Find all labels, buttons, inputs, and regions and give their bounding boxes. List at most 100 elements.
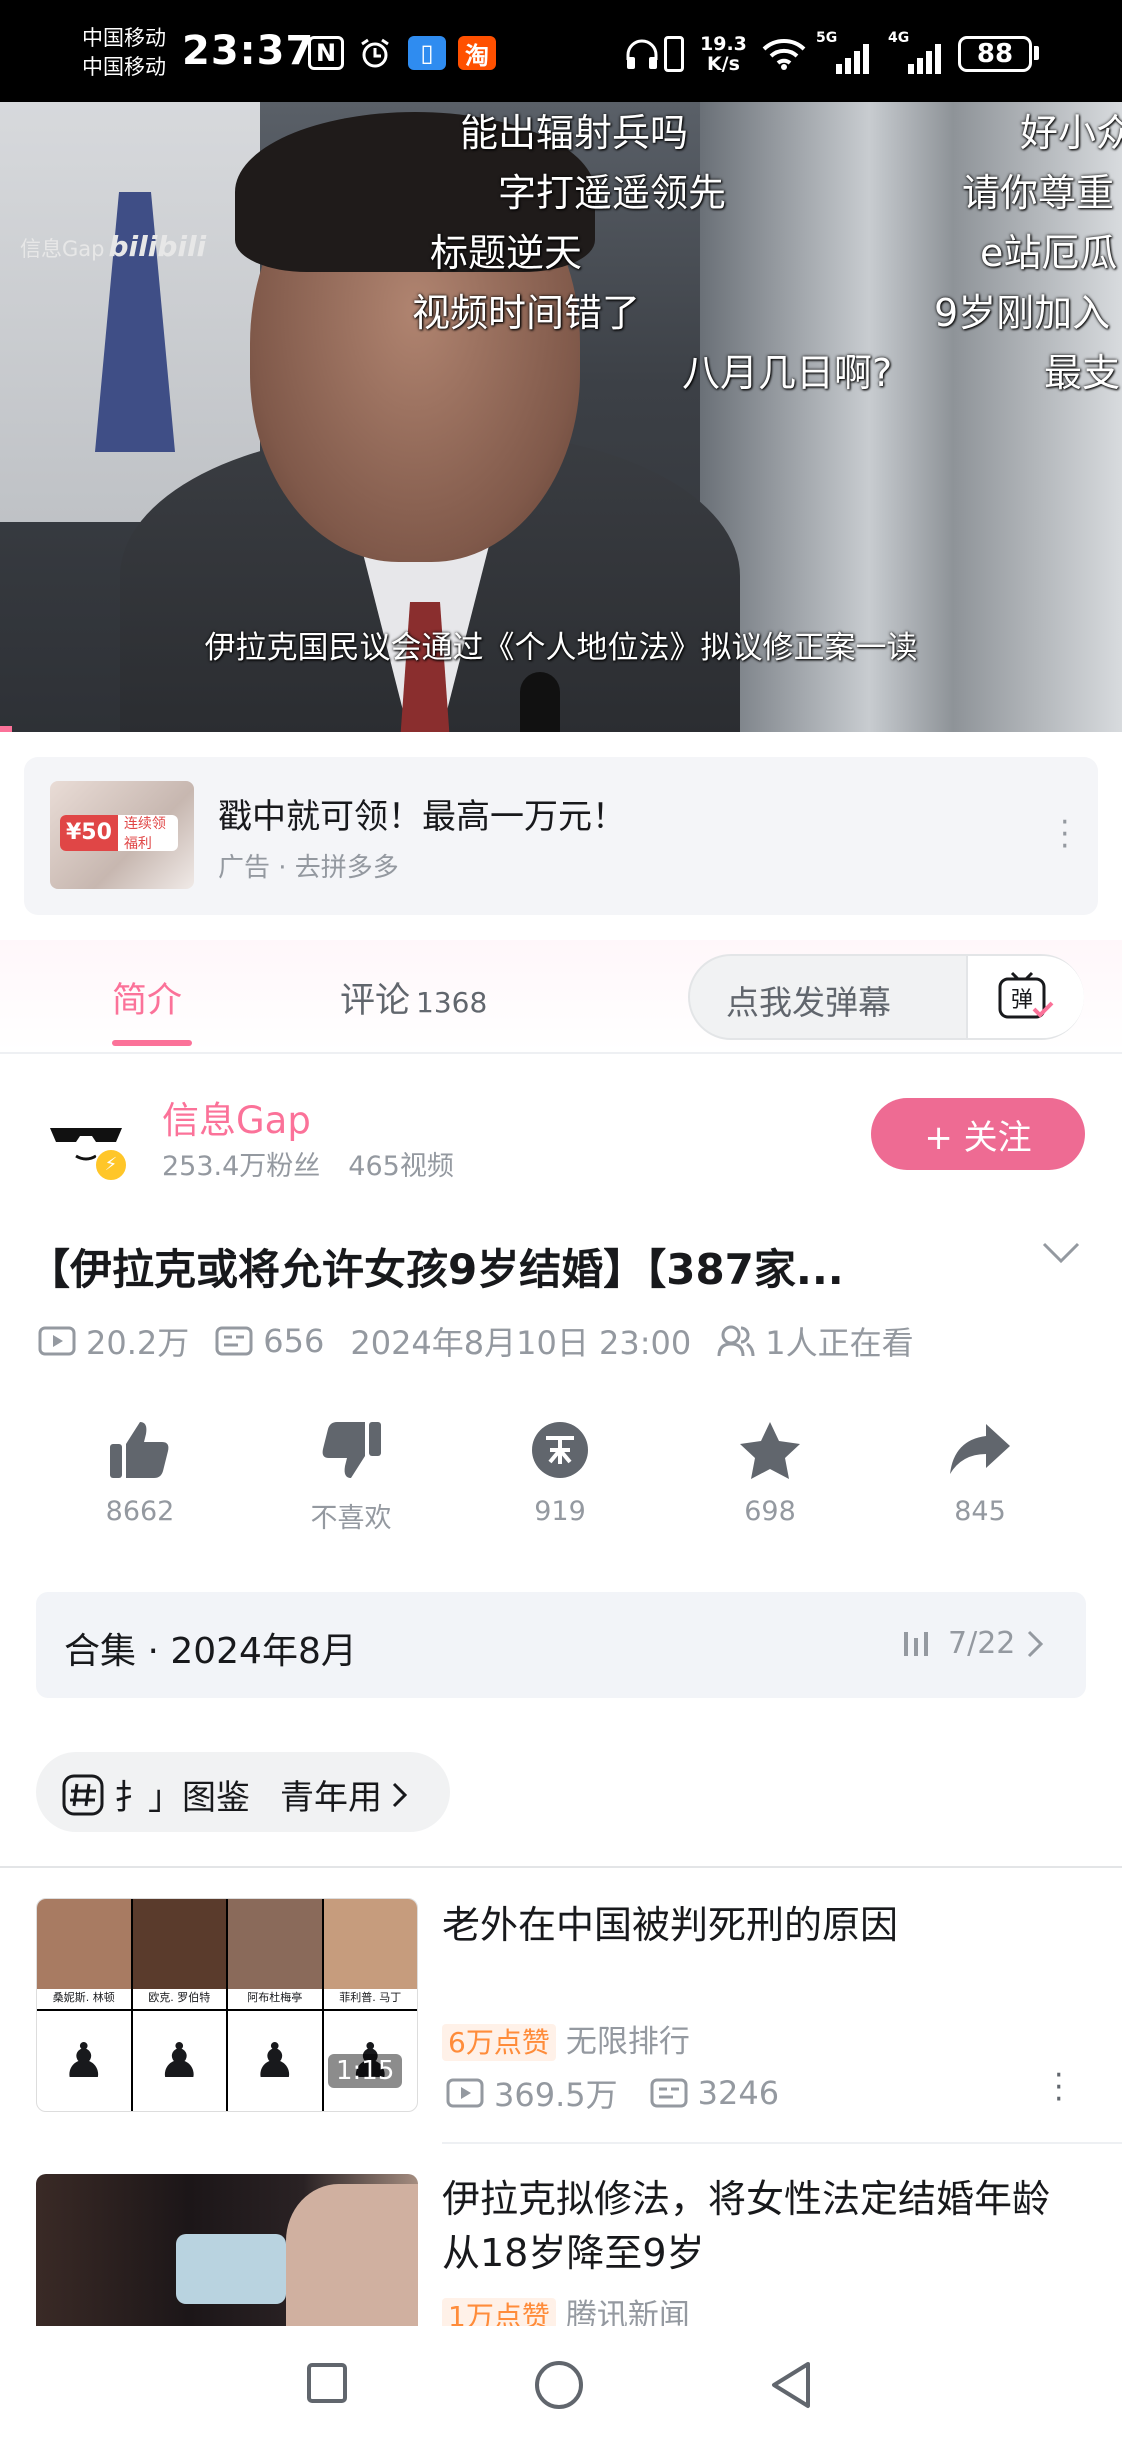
- more-options-icon[interactable]: · · ·: [1054, 2061, 1064, 2115]
- danmaku-comment: 最支: [1044, 351, 1121, 395]
- video-title[interactable]: 【伊拉克或将允许女孩9岁结婚】【387家...: [28, 1236, 844, 1297]
- comments-count: 1368: [416, 986, 488, 1019]
- coin-button[interactable]: 919: [490, 1420, 630, 1527]
- playlist-icon: [904, 1631, 928, 1656]
- danmaku-count-icon: [215, 1326, 253, 1356]
- chevron-right-icon: [392, 1782, 408, 1807]
- play-count-icon: [38, 1326, 76, 1356]
- recommendation-title[interactable]: 伊拉克拟修法，将女性法定结婚年龄从18岁降至9岁: [442, 2172, 1082, 2280]
- topic-tag[interactable]: 扌」图鉴 青年用: [36, 1752, 450, 1832]
- signal-4g-icon: [892, 44, 942, 78]
- dislike-button[interactable]: 不喜欢: [281, 1420, 421, 1535]
- danmaku-count-icon: [650, 2078, 688, 2108]
- likes-badge: 6万点赞: [442, 2024, 556, 2061]
- content-tabs: 简介 评论 1368 点我发弹幕 弹: [0, 940, 1122, 1054]
- danmaku-comment: 9岁刚加入: [934, 291, 1111, 335]
- view-count: 20.2万: [86, 1324, 190, 1362]
- recommendation-stats: 369.5万 3246: [446, 2070, 811, 2116]
- collection-progress: 7/22: [902, 1626, 1047, 1661]
- tab-comments[interactable]: 评论 1368: [340, 972, 487, 1023]
- chevron-down-icon[interactable]: [1040, 1240, 1082, 1270]
- status-bar: 中国移动 中国移动 23:37 N ▯ 淘 19.3 K/s 5G 4G 88: [0, 0, 1122, 102]
- danmaku-comment: 能出辐射兵吗: [460, 111, 689, 155]
- carrier-label: 中国移动 中国移动: [82, 26, 166, 79]
- more-options-icon[interactable]: · · ·: [1060, 808, 1070, 862]
- tab-intro[interactable]: 简介: [112, 972, 182, 1023]
- danmaku-input[interactable]: 点我发弹幕 弹: [688, 954, 1084, 1040]
- ad-subtitle: 广告 · 去拼多多: [218, 853, 399, 883]
- thumbnail-caption: 桑妮斯. 林顿: [37, 1989, 133, 2009]
- share-button[interactable]: 845: [910, 1420, 1050, 1527]
- danmaku-comment: 视频时间错了: [412, 291, 641, 335]
- recent-apps-button[interactable]: [306, 2362, 348, 2408]
- recommendation-title[interactable]: 老外在中国被判死刑的原因: [442, 1898, 1082, 1952]
- uploader-stats: 253.4万粉丝 465视频: [162, 1151, 454, 1182]
- danmaku-toggle-icon: 弹: [998, 971, 1054, 1019]
- collection-title: 合集 · 2024年8月: [64, 1631, 357, 1672]
- list-separator: [442, 2142, 1122, 2144]
- like-button[interactable]: 8662: [70, 1420, 210, 1527]
- video-watermark: 信息Gap bilibili: [20, 230, 207, 263]
- triangle-back-icon: [772, 2362, 810, 2408]
- publish-date: 2024年8月10日 23:00: [350, 1324, 692, 1362]
- play-count-icon: [446, 2078, 484, 2108]
- circle-icon: [535, 2361, 583, 2409]
- follow-button[interactable]: + 关注: [871, 1098, 1085, 1170]
- system-navigation-bar: [0, 2326, 1122, 2442]
- back-button[interactable]: [768, 2360, 814, 2414]
- section-divider: [0, 1866, 1122, 1868]
- danmaku-comment: 好小众: [1020, 111, 1122, 155]
- star-icon: [740, 1422, 800, 1479]
- thumbnail-caption: 欧克. 罗伯特: [133, 1989, 228, 2009]
- video-subtitle: 伊拉克国民议会通过《个人地位法》拟议修正案一读: [204, 630, 918, 666]
- headphones-icon: [624, 38, 660, 74]
- thumbs-down-icon: [322, 1422, 381, 1478]
- thumbnail-caption: 阿布杜梅亭: [228, 1989, 324, 2009]
- topic-tag-label: 青年用: [280, 1778, 382, 1818]
- thumbs-up-icon: [110, 1422, 169, 1478]
- ad-title: 戳中就可领！最高一万元！: [218, 797, 626, 837]
- signal-5g-icon: [820, 44, 870, 78]
- danmaku-comment: e站厄瓜: [980, 231, 1118, 275]
- taobao-app-icon: 淘: [458, 36, 496, 70]
- watching-icon: [717, 1325, 755, 1357]
- recommendation-badges: 6万点赞 无限排行: [442, 2016, 690, 2061]
- chevron-right-icon: [1028, 1630, 1044, 1657]
- danmaku-comment: 八月几日啊?: [682, 351, 893, 395]
- video-frame-microphone: [520, 672, 560, 732]
- battery-indicator: 88: [958, 36, 1032, 72]
- recommendation-thumbnail[interactable]: [36, 2174, 418, 2326]
- reader-app-icon: ▯: [408, 36, 446, 70]
- danmaku-comment: 字打遥遥领先: [498, 171, 727, 215]
- hashtag-icon: [62, 1774, 104, 1815]
- uploader-name[interactable]: 信息Gap: [162, 1090, 311, 1144]
- clock: 23:37: [182, 28, 315, 74]
- verified-badge-icon: ⚡: [94, 1148, 128, 1182]
- tab-active-indicator: [112, 1040, 192, 1046]
- ad-coupon-badge: ¥50 连续领福利: [60, 815, 178, 852]
- danmaku-input-placeholder: 点我发弹幕: [726, 983, 891, 1022]
- recommendation-source: 无限排行: [565, 2024, 690, 2060]
- video-progress-bar[interactable]: [0, 726, 12, 732]
- svg-text:弹: 弹: [1011, 988, 1033, 1013]
- video-player[interactable]: 信息Gap bilibili 能出辐射兵吗 字打遥遥领先 标题逆天 视频时间错了 …: [0, 102, 1122, 732]
- square-icon: [307, 2363, 347, 2403]
- ad-banner[interactable]: ¥50 连续领福利 戳中就可领！最高一万元！ 广告 · 去拼多多 · · ·: [24, 757, 1098, 915]
- collection-bar[interactable]: 合集 · 2024年8月 7/22: [36, 1592, 1086, 1698]
- danmaku-comment: 标题逆天: [430, 231, 583, 275]
- favorite-button[interactable]: 698: [700, 1420, 840, 1527]
- vibrate-icon: [664, 36, 684, 72]
- home-button[interactable]: [534, 2360, 584, 2414]
- share-icon: [950, 1424, 1010, 1474]
- watching-count: 1人正在看: [765, 1324, 914, 1362]
- nfc-icon: N: [308, 36, 344, 70]
- network-speed: 19.3 K/s: [700, 33, 747, 75]
- coin-icon: [532, 1422, 588, 1478]
- topic-tag-prefix: 扌」图鉴: [114, 1778, 250, 1818]
- danmaku-toggle-button[interactable]: 弹: [966, 956, 1084, 1038]
- danmaku-comment: 请你尊重: [962, 171, 1115, 215]
- video-meta: 20.2万 656 2024年8月10日 23:00 1人正在看: [38, 1318, 940, 1364]
- battery-tip: [1034, 46, 1039, 60]
- thumbnail-caption: 菲利普. 马丁: [339, 1991, 402, 2004]
- wifi-icon: [762, 38, 806, 74]
